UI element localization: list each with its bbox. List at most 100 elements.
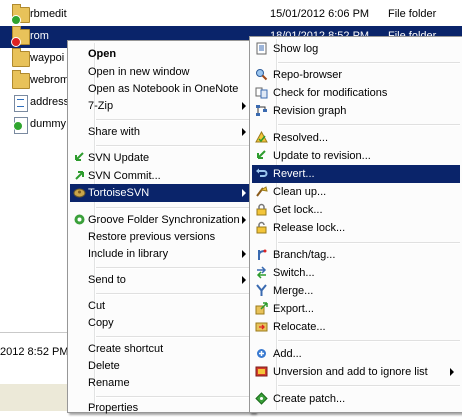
menu-item-create-shortcut[interactable]: Create shortcut [70,340,252,358]
menu-item-add[interactable]: Add... [252,345,460,363]
menu-item-svn-commit[interactable]: SVN Commit... [70,167,252,185]
svn-commit-icon [75,171,84,180]
menu-item-groove-sync[interactable]: Groove Folder Synchronization [70,211,252,229]
submenu-arrow-icon [450,368,454,376]
menu-separator [96,119,252,121]
details-date: 2012 8:52 PM [0,346,69,358]
document-icon [13,117,28,134]
menu-item-label: Copy [88,317,114,329]
menu-item-update-revision[interactable]: Update to revision... [252,147,460,165]
menu-item-branch-tag[interactable]: Branch/tag... [252,246,460,264]
resolved-icon [255,131,268,143]
menu-item-clean-up[interactable]: Clean up... [252,183,460,201]
menu-item-send-to[interactable]: Send to [70,271,252,289]
menu-item-delete[interactable]: Delete [70,357,252,375]
submenu-arrow-icon [242,250,246,258]
menu-item-label: Properties [88,402,139,414]
submenu-arrow-icon [242,102,246,110]
file-name: address [30,96,70,108]
menu-item-7zip[interactable]: 7-Zip [70,97,252,115]
menu-item-merge[interactable]: Merge... [252,282,460,300]
menu-item-switch[interactable]: Switch... [252,264,460,282]
menu-item-unversion-ignore[interactable]: Unversion and add to ignore list [252,363,460,381]
menu-item-rename[interactable]: Rename [70,374,252,392]
folder-icon [12,48,30,67]
menu-item-check-mods[interactable]: Check for modifications [252,84,460,102]
revert-icon [256,168,268,177]
menu-item-share-with[interactable]: Share with [70,123,252,141]
file-row-rbmedit[interactable]: rbmedit 15/01/2012 6:06 PM File folder [0,4,462,26]
menu-item-create-patch[interactable]: Create patch... [252,390,460,408]
menu-separator [96,293,252,295]
tortoisesvn-submenu: Show log Repo-browser Check for modifica… [249,36,462,413]
menu-item-label: Repo-browser [273,69,343,81]
menu-item-label: Create shortcut [88,343,164,355]
submenu-arrow-icon [242,216,246,224]
file-name: dummy [30,118,67,130]
menu-item-repo-browser[interactable]: Repo-browser [252,66,460,84]
menu-separator [96,396,252,398]
menu-item-label: Delete [88,360,120,372]
menu-item-open-onenote[interactable]: Open as Notebook in OneNote [70,80,252,98]
menu-item-cut[interactable]: Cut [70,297,252,315]
menu-item-label: Release lock... [273,222,346,234]
menu-item-resolved[interactable]: Resolved... [252,129,460,147]
menu-item-restore-versions[interactable]: Restore previous versions [70,228,252,246]
menu-item-label: Open as Notebook in OneNote [88,83,239,95]
menu-item-copy[interactable]: Copy [70,314,252,332]
groove-icon [74,214,85,225]
menu-item-label: Switch... [273,267,315,279]
menu-item-label: Open [88,48,117,60]
menu-separator [278,242,460,244]
menu-item-properties[interactable]: Properties [70,399,252,417]
menu-item-tortoisesvn[interactable]: TortoiseSVN [70,184,252,202]
menu-item-label: Merge... [273,285,314,297]
menu-separator [278,62,460,64]
menu-item-revert[interactable]: Revert... [252,165,460,183]
merge-icon [256,284,267,296]
context-menu: Open Open in new window Open as Notebook… [67,40,255,414]
submenu-arrow-icon [242,276,246,284]
repo-browser-icon [256,69,268,81]
menu-item-export[interactable]: Export... [252,300,460,318]
menu-item-label: Export... [273,303,314,315]
file-name: waypoi [30,52,65,64]
clean-up-icon [256,186,268,197]
menu-item-open-new-window[interactable]: Open in new window [70,63,252,81]
switch-icon [256,266,267,279]
menu-item-label: Resolved... [273,132,329,144]
menu-item-show-log[interactable]: Show log [252,40,460,58]
menu-item-include-library[interactable]: Include in library [70,245,252,263]
branch-icon [258,249,267,260]
update-revision-icon [257,150,266,159]
relocate-icon [255,322,268,332]
menu-item-label: Relocate... [273,321,326,333]
submenu-arrow-icon [242,189,246,197]
document-icon [14,95,28,112]
menu-separator [278,385,460,387]
menu-item-label: Open in new window [88,66,190,78]
file-type: File folder [388,8,437,20]
menu-item-label: Get lock... [273,204,323,216]
menu-item-label: Restore previous versions [88,231,216,243]
menu-item-label: Revert... [273,168,315,180]
file-date: 15/01/2012 6:06 PM [270,8,370,20]
menu-item-label: Revision graph [273,105,347,117]
status-band [0,384,70,411]
menu-item-label: Create patch... [273,393,346,405]
export-icon [255,302,268,315]
menu-separator [96,207,252,209]
menu-item-label: Add... [273,348,302,360]
menu-item-label: SVN Commit... [88,170,161,182]
menu-separator [96,267,252,269]
menu-item-relocate[interactable]: Relocate... [252,318,460,336]
menu-item-label: Unversion and add to ignore list [273,366,428,378]
menu-item-open[interactable]: Open [70,45,252,63]
menu-item-release-lock[interactable]: Release lock... [252,219,460,237]
menu-item-svn-update[interactable]: SVN Update [70,149,252,167]
file-name: webrom [30,74,70,86]
menu-item-get-lock[interactable]: Get lock... [252,201,460,219]
folder-icon [11,26,30,47]
check-modifications-icon [255,87,268,99]
menu-item-revision-graph[interactable]: Revision graph [252,102,460,120]
